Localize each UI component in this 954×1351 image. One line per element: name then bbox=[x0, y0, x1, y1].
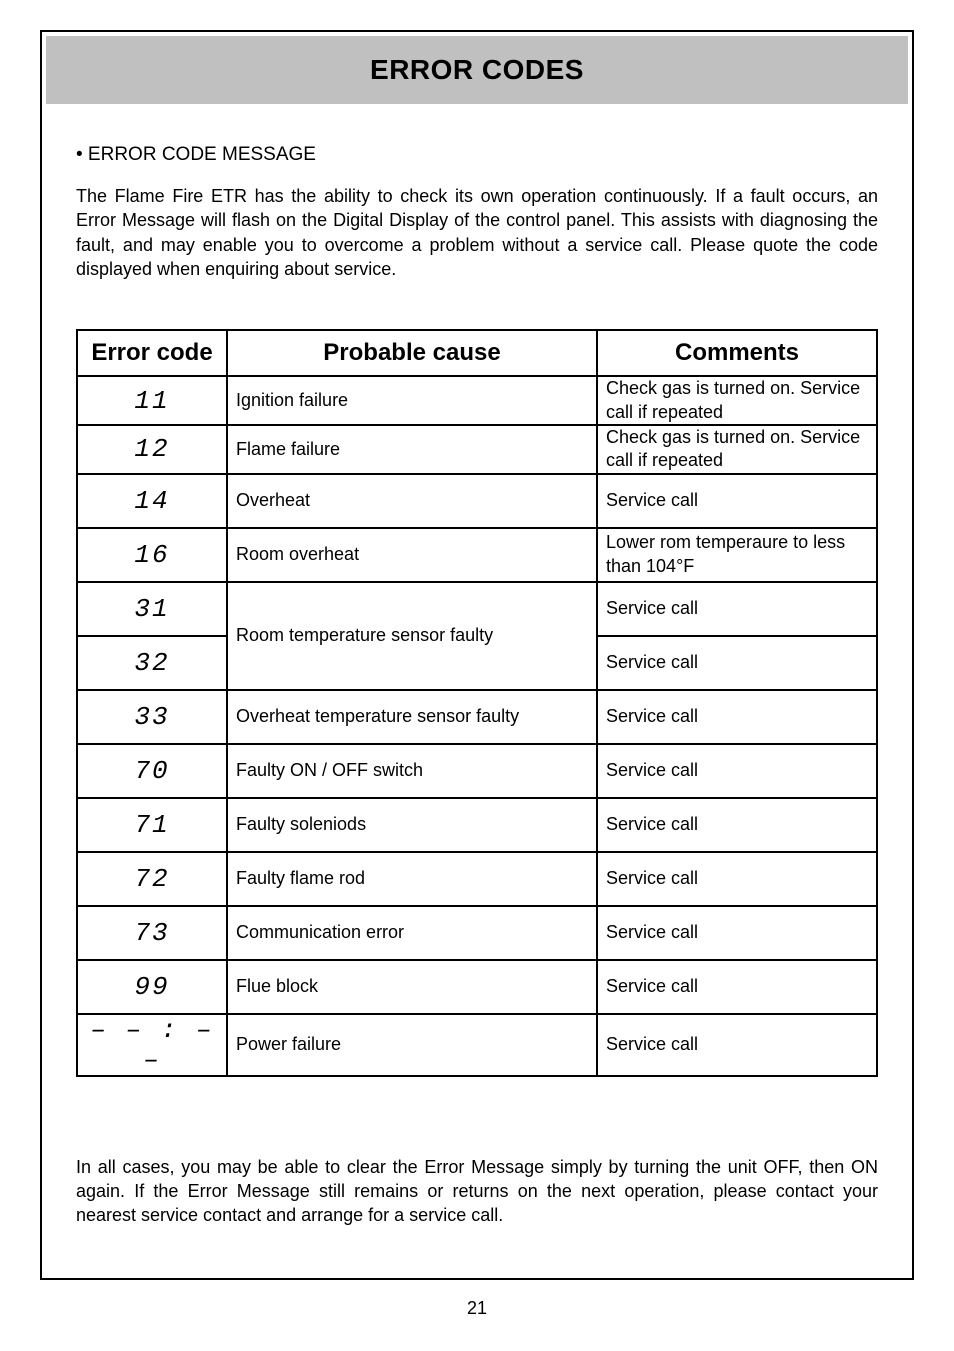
comment: Lower rom temperaure to less than 104°F bbox=[597, 528, 877, 582]
comment: Service call bbox=[597, 1014, 877, 1076]
error-code: 16 bbox=[77, 528, 227, 582]
table-row: 11 Ignition failure Check gas is turned … bbox=[77, 376, 877, 425]
table-row: 70 Faulty ON / OFF switch Service call bbox=[77, 744, 877, 798]
footer-paragraph: In all cases, you may be able to clear t… bbox=[76, 1155, 878, 1228]
probable-cause: Overheat bbox=[227, 474, 597, 528]
table-row: 12 Flame failure Check gas is turned on.… bbox=[77, 425, 877, 474]
error-code: 71 bbox=[77, 798, 227, 852]
content-area: • ERROR CODE MESSAGE The Flame Fire ETR … bbox=[46, 104, 908, 1248]
error-code: 12 bbox=[77, 425, 227, 474]
probable-cause: Flame failure bbox=[227, 425, 597, 474]
page-content: ERROR CODES • ERROR CODE MESSAGE The Fla… bbox=[46, 36, 908, 1274]
comment: Service call bbox=[597, 474, 877, 528]
table-row: 72 Faulty flame rod Service call bbox=[77, 852, 877, 906]
probable-cause: Power failure bbox=[227, 1014, 597, 1076]
comment: Service call bbox=[597, 852, 877, 906]
table-row: 14 Overheat Service call bbox=[77, 474, 877, 528]
error-code: 33 bbox=[77, 690, 227, 744]
page-number: 21 bbox=[40, 1298, 914, 1319]
table-row: 73 Communication error Service call bbox=[77, 906, 877, 960]
error-code: 32 bbox=[77, 636, 227, 690]
probable-cause: Ignition failure bbox=[227, 376, 597, 425]
probable-cause: Faulty ON / OFF switch bbox=[227, 744, 597, 798]
intro-paragraph: The Flame Fire ETR has the ability to ch… bbox=[76, 184, 878, 281]
comment: Service call bbox=[597, 690, 877, 744]
table-header-row: Error code Probable cause Comments bbox=[77, 330, 877, 376]
table-row: – – : – – Power failure Service call bbox=[77, 1014, 877, 1076]
comment: Check gas is turned on. Service call if … bbox=[597, 376, 877, 425]
error-code: 70 bbox=[77, 744, 227, 798]
error-code: 73 bbox=[77, 906, 227, 960]
section-heading: • ERROR CODE MESSAGE bbox=[76, 144, 878, 166]
error-code: 11 bbox=[77, 376, 227, 425]
table-row: 71 Faulty soleniods Service call bbox=[77, 798, 877, 852]
error-code: 72 bbox=[77, 852, 227, 906]
comment: Service call bbox=[597, 582, 877, 636]
title-bar: ERROR CODES bbox=[46, 36, 908, 104]
error-codes-table: Error code Probable cause Comments 11 Ig… bbox=[76, 329, 878, 1077]
comment: Service call bbox=[597, 798, 877, 852]
error-code: 14 bbox=[77, 474, 227, 528]
comment: Service call bbox=[597, 906, 877, 960]
probable-cause: Faulty flame rod bbox=[227, 852, 597, 906]
table-row: 16 Room overheat Lower rom temperaure to… bbox=[77, 528, 877, 582]
page-title: ERROR CODES bbox=[46, 54, 908, 86]
probable-cause: Flue block bbox=[227, 960, 597, 1014]
header-error-code: Error code bbox=[77, 330, 227, 376]
probable-cause: Faulty soleniods bbox=[227, 798, 597, 852]
error-code: 31 bbox=[77, 582, 227, 636]
probable-cause: Room overheat bbox=[227, 528, 597, 582]
comment: Service call bbox=[597, 636, 877, 690]
error-code: – – : – – bbox=[77, 1014, 227, 1076]
comment: Check gas is turned on. Service call if … bbox=[597, 425, 877, 474]
table-row: 99 Flue block Service call bbox=[77, 960, 877, 1014]
comment: Service call bbox=[597, 960, 877, 1014]
comment: Service call bbox=[597, 744, 877, 798]
page-frame: ERROR CODES • ERROR CODE MESSAGE The Fla… bbox=[40, 30, 914, 1280]
error-code: 99 bbox=[77, 960, 227, 1014]
header-comments: Comments bbox=[597, 330, 877, 376]
probable-cause: Communication error bbox=[227, 906, 597, 960]
probable-cause: Room temperature sensor faulty bbox=[227, 582, 597, 690]
table-row: 33 Overheat temperature sensor faulty Se… bbox=[77, 690, 877, 744]
probable-cause: Overheat temperature sensor faulty bbox=[227, 690, 597, 744]
table-row: 31 Room temperature sensor faulty Servic… bbox=[77, 582, 877, 636]
header-probable-cause: Probable cause bbox=[227, 330, 597, 376]
